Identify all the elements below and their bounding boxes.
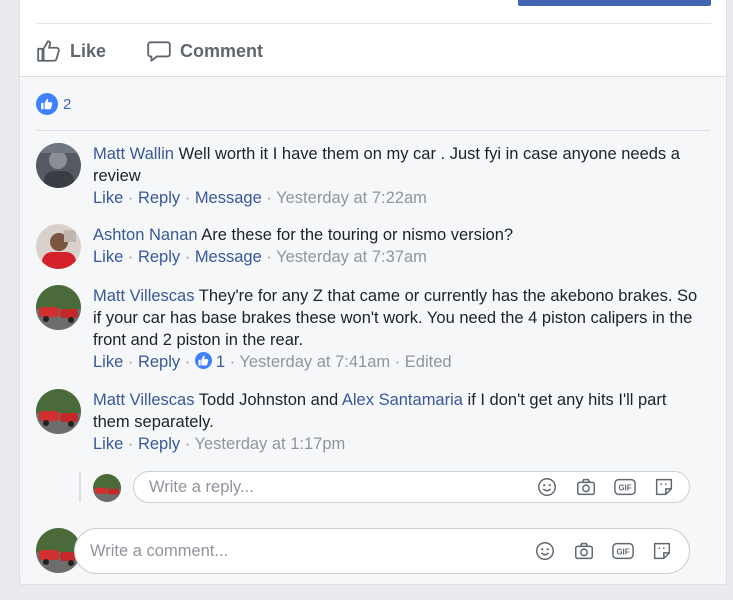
comment-reply-link[interactable]: Reply (138, 353, 180, 371)
comment-actions: Like · Reply · Message · Yesterday at 7:… (93, 248, 427, 266)
comment-author[interactable]: Matt Wallin (93, 145, 174, 163)
camera-icon[interactable] (571, 538, 597, 564)
comment-like-link[interactable]: Like (93, 248, 123, 266)
comment-like-link[interactable]: Like (93, 189, 123, 207)
comment-message-link[interactable]: Message (195, 189, 262, 207)
reply-composer: Write a reply... GIF (79, 470, 719, 510)
comment-text: Are these for the touring or nismo versi… (197, 226, 514, 244)
emoji-icon[interactable] (532, 538, 558, 564)
comment-actions: Like · Reply · Yesterday at 1:17pm (93, 435, 346, 453)
like-icon (37, 40, 60, 62)
comment-reply-link[interactable]: Reply (138, 435, 180, 453)
comment-reply-link[interactable]: Reply (138, 189, 180, 207)
like-label: Like (70, 40, 107, 61)
camera-icon[interactable] (573, 474, 599, 500)
comment-like-link[interactable]: Like (93, 435, 123, 453)
comment-tools: GIF (532, 538, 675, 564)
like-reaction-icon (36, 93, 58, 115)
comment-button[interactable]: Comment (146, 34, 263, 68)
reply-tools: GIF (534, 474, 677, 500)
sticker-icon[interactable] (651, 474, 677, 500)
comment-body: Ashton Nanan Are these for the touring o… (93, 224, 698, 246)
divider (36, 130, 710, 131)
avatar[interactable] (93, 474, 121, 502)
mention-link[interactable]: Alex Santamaria (342, 391, 463, 409)
gif-icon[interactable]: GIF (610, 538, 636, 564)
comment-author[interactable]: Ashton Nanan (93, 226, 198, 244)
comment-actions: Like · Reply · Message · Yesterday at 7:… (93, 189, 427, 207)
sticker-icon[interactable] (649, 538, 675, 564)
comment-like-count[interactable]: 1 (216, 353, 225, 371)
comment-timestamp[interactable]: Yesterday at 7:22am (276, 189, 427, 207)
reaction-count: 2 (63, 95, 72, 113)
comment-placeholder: Write a comment... (90, 542, 229, 560)
avatar[interactable] (36, 143, 81, 188)
comment-input[interactable]: Write a comment... GIF (74, 528, 690, 574)
comment-text: Well worth it I have them on my car . Ju… (93, 145, 680, 185)
like-button[interactable]: Like (36, 34, 106, 68)
comment-label: Comment (180, 40, 264, 61)
reply-placeholder: Write a reply... (149, 478, 254, 496)
comment-like-link[interactable]: Like (93, 353, 123, 371)
comment-timestamp[interactable]: Yesterday at 1:17pm (195, 435, 346, 453)
comment-message-link[interactable]: Message (195, 248, 262, 266)
comment-body: Matt Wallin Well worth it I have them on… (93, 143, 698, 187)
avatar[interactable] (36, 285, 81, 330)
reply-input[interactable]: Write a reply... GIF (133, 471, 690, 503)
primary-button[interactable] (518, 0, 711, 6)
post-footer: Like Comment (20, 0, 726, 77)
comment-icon (147, 41, 171, 62)
reaction-summary[interactable]: 2 (36, 93, 71, 115)
avatar[interactable] (36, 224, 81, 269)
svg-text:GIF: GIF (619, 484, 632, 493)
comment-body: Matt Villescas They're for any Z that ca… (93, 285, 698, 351)
gif-icon[interactable]: GIF (612, 474, 638, 500)
like-reaction-icon (194, 352, 212, 369)
edited-label[interactable]: Edited (405, 353, 452, 371)
comment-timestamp[interactable]: Yesterday at 7:41am (239, 353, 390, 371)
thread-line (79, 472, 81, 502)
emoji-icon[interactable] (534, 474, 560, 500)
comment-author[interactable]: Matt Villescas (93, 287, 194, 305)
comment-reply-link[interactable]: Reply (138, 248, 180, 266)
svg-text:GIF: GIF (617, 548, 630, 557)
comment-timestamp[interactable]: Yesterday at 7:37am (276, 248, 427, 266)
avatar[interactable] (36, 389, 81, 434)
comment-author[interactable]: Matt Villescas (93, 391, 194, 409)
comment-body: Matt Villescas Todd Johnston and Alex Sa… (93, 389, 698, 433)
divider (35, 23, 711, 24)
comment-actions: Like · Reply · 1 · Yesterday at 7:41am ·… (93, 352, 452, 371)
comment-text: Todd Johnston and (194, 391, 342, 409)
